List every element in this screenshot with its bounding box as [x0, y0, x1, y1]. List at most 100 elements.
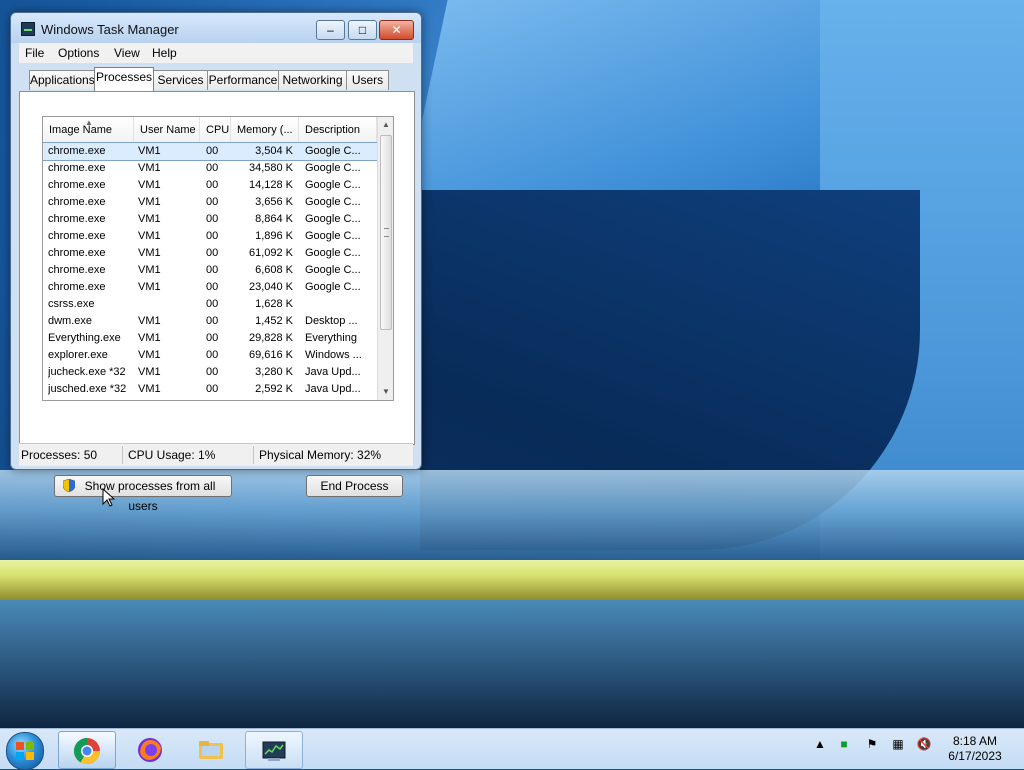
table-row[interactable]: jusched.exe *32 VM1 00 2,592 K Java Upd...: [43, 381, 377, 398]
sort-ascending-icon: ▲: [85, 118, 93, 127]
row-user-name: VM1: [138, 213, 161, 225]
folder-icon: [199, 741, 223, 759]
menu-view[interactable]: View: [114, 46, 140, 60]
maximize-button[interactable]: □: [348, 20, 377, 40]
row-cpu: 00: [206, 196, 219, 208]
row-memory: 1,452 K: [255, 315, 293, 327]
status-memory: Physical Memory: 32%: [259, 448, 382, 462]
row-memory: 61,092 K: [248, 247, 293, 259]
row-cpu: 00: [206, 383, 219, 395]
action-center-flag-icon[interactable]: ⚑: [864, 736, 880, 752]
end-process-button[interactable]: End Process: [306, 475, 403, 497]
status-bar: Processes: 50 CPU Usage: 1% Physical Mem…: [19, 443, 413, 466]
taskbar-chrome-button[interactable]: [58, 731, 116, 769]
table-row[interactable]: csrss.exe 00 1,628 K: [43, 296, 377, 313]
clock-date: 6/17/2023: [948, 749, 1002, 763]
menu-bar: File Options View Help: [19, 43, 413, 63]
close-button[interactable]: ✕: [379, 20, 414, 40]
table-row[interactable]: chrome.exe VM1 00 3,656 K Google C...: [43, 194, 377, 211]
row-image-name: Everything.exe: [48, 332, 121, 344]
table-row[interactable]: chrome.exe VM1 00 1,896 K Google C...: [43, 228, 377, 245]
row-description: Java Upd...: [305, 383, 361, 395]
table-row[interactable]: explorer.exe VM1 00 69,616 K Windows ...: [43, 347, 377, 364]
scrollbar-thumb[interactable]: [380, 135, 392, 330]
row-user-name: VM1: [138, 315, 161, 327]
row-image-name: chrome.exe: [48, 162, 106, 174]
tab-users[interactable]: Users: [346, 70, 389, 90]
table-row[interactable]: chrome.exe VM1 00 61,092 K Google C...: [43, 245, 377, 262]
row-memory: 1,896 K: [255, 230, 293, 242]
menu-options[interactable]: Options: [58, 46, 99, 60]
table-row[interactable]: chrome.exe VM1 00 6,608 K Google C...: [43, 262, 377, 279]
row-cpu: 00: [206, 145, 219, 157]
row-cpu: 00: [206, 213, 219, 225]
vertical-scrollbar[interactable]: ▲ ▼: [377, 117, 393, 400]
windows-logo-icon: [16, 742, 34, 760]
status-separator: [253, 446, 254, 464]
row-description: Desktop ...: [305, 315, 358, 327]
close-icon: ✕: [391, 23, 402, 37]
row-cpu: 00: [206, 281, 219, 293]
row-user-name: VM1: [138, 332, 161, 344]
window-title: Windows Task Manager: [41, 22, 179, 37]
process-table: Image Name ▲ User Name CPU Memory (... D…: [42, 116, 394, 401]
table-row[interactable]: chrome.exe VM1 00 3,504 K Google C...: [43, 142, 378, 161]
row-memory: 69,616 K: [248, 349, 293, 361]
tab-strip: Applications Processes Services Performa…: [19, 67, 413, 91]
show-hidden-icons-icon[interactable]: ▲: [812, 736, 828, 752]
tab-networking[interactable]: Networking: [278, 70, 347, 90]
column-user-name[interactable]: User Name: [134, 117, 200, 143]
tab-processes[interactable]: Processes: [94, 67, 154, 91]
scrollbar-grip-icon: [384, 228, 389, 237]
row-image-name: chrome.exe: [48, 145, 106, 157]
scroll-up-icon[interactable]: ▲: [378, 117, 393, 133]
network-icon[interactable]: ▦: [890, 736, 906, 752]
row-user-name: VM1: [138, 264, 161, 276]
table-row[interactable]: chrome.exe VM1 00 34,580 K Google C...: [43, 160, 377, 177]
table-row[interactable]: jucheck.exe *32 VM1 00 3,280 K Java Upd...: [43, 364, 377, 381]
column-memory[interactable]: Memory (...: [231, 117, 299, 143]
row-image-name: jucheck.exe *32: [48, 366, 126, 378]
status-separator: [122, 446, 123, 464]
row-cpu: 00: [206, 179, 219, 191]
green-square-icon[interactable]: ■: [836, 736, 852, 752]
taskbar-firefox-button[interactable]: [122, 731, 178, 767]
start-button[interactable]: [6, 732, 44, 770]
row-image-name: csrss.exe: [48, 298, 95, 310]
tab-services[interactable]: Services: [153, 70, 208, 90]
minimize-button[interactable]: –: [316, 20, 345, 40]
tab-applications[interactable]: Applications: [29, 70, 95, 90]
task-manager-window: Windows Task Manager – □ ✕ File Options …: [10, 12, 422, 513]
column-cpu[interactable]: CPU: [200, 117, 231, 143]
scroll-down-icon[interactable]: ▼: [378, 384, 393, 400]
status-cpu: CPU Usage: 1%: [128, 448, 216, 462]
status-processes: Processes: 50: [21, 448, 98, 462]
row-image-name: chrome.exe: [48, 264, 106, 276]
tab-performance[interactable]: Performance: [207, 70, 279, 90]
row-description: Google C...: [305, 230, 361, 242]
taskbar-task-manager-button[interactable]: [245, 731, 303, 769]
volume-muted-icon[interactable]: 🔇: [916, 736, 932, 752]
table-row[interactable]: chrome.exe VM1 00 14,128 K Google C...: [43, 177, 377, 194]
column-description[interactable]: Description: [299, 117, 377, 143]
row-memory: 6,608 K: [255, 264, 293, 276]
table-row[interactable]: Everything.exe VM1 00 29,828 K Everything: [43, 330, 377, 347]
table-row[interactable]: dwm.exe VM1 00 1,452 K Desktop ...: [43, 313, 377, 330]
taskbar-clock[interactable]: 8:18 AM 6/17/2023: [945, 734, 1005, 764]
row-user-name: VM1: [138, 366, 161, 378]
row-cpu: 00: [206, 349, 219, 361]
row-image-name: chrome.exe: [48, 281, 106, 293]
table-row[interactable]: chrome.exe VM1 00 8,864 K Google C...: [43, 211, 377, 228]
wallpaper-shape: [0, 600, 1024, 728]
taskbar-explorer-button[interactable]: [183, 731, 239, 767]
menu-help[interactable]: Help: [152, 46, 177, 60]
task-manager-icon: [21, 22, 35, 36]
menu-file[interactable]: File: [25, 46, 44, 60]
table-row[interactable]: chrome.exe VM1 00 23,040 K Google C...: [43, 279, 377, 296]
title-bar[interactable]: Windows Task Manager – □ ✕: [11, 13, 421, 43]
wallpaper-shape: [0, 560, 1024, 600]
row-user-name: VM1: [138, 145, 161, 157]
row-description: Google C...: [305, 281, 361, 293]
row-description: Everything: [305, 332, 357, 344]
show-all-processes-button[interactable]: Show processes from all users: [54, 475, 232, 513]
